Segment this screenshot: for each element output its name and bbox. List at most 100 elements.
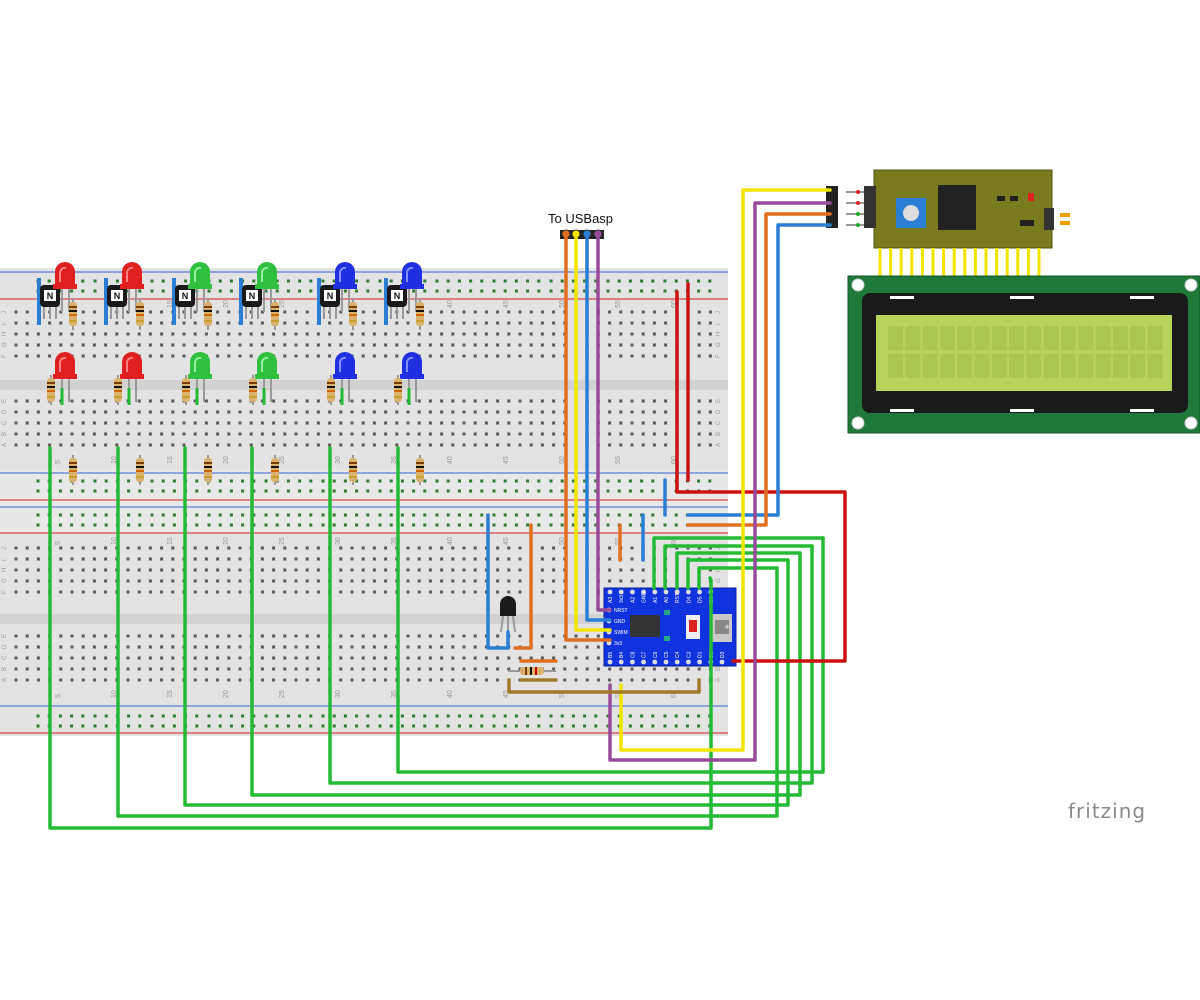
row-letter: J xyxy=(2,547,8,550)
mcu-pin-label: GND xyxy=(642,592,648,604)
transistor: N xyxy=(175,285,195,319)
mcu-pin-label: NRST xyxy=(614,608,628,614)
mcu-pin xyxy=(697,659,702,665)
row-letter: D xyxy=(2,644,8,649)
row-letter: H xyxy=(2,568,8,572)
column-number-top: 55 xyxy=(615,456,622,464)
column-number-bottom: 5 xyxy=(55,541,62,545)
resistor xyxy=(204,455,212,485)
svg-text:+: + xyxy=(724,622,729,632)
row-letter: F xyxy=(2,354,8,358)
mcu-pin-label: A2 xyxy=(630,597,636,603)
resistor xyxy=(47,375,55,405)
column-number-top: 45 xyxy=(503,300,510,308)
resistor xyxy=(182,375,190,405)
resistor xyxy=(416,298,424,330)
column-number-top: 40 xyxy=(447,456,454,464)
column-number-bottom: 5 xyxy=(55,694,62,698)
column-number-top: 25 xyxy=(279,300,286,308)
resistor xyxy=(349,455,357,485)
mcu-pin xyxy=(674,659,680,665)
mcu-pin-label: SWIM xyxy=(614,630,628,636)
svg-text:N: N xyxy=(394,291,401,301)
mcu-pin-label: C4 xyxy=(675,651,681,658)
row-letter: E xyxy=(2,399,8,403)
column-number-top: 45 xyxy=(503,456,510,464)
resistor xyxy=(136,455,144,485)
row-letter: G xyxy=(2,578,8,583)
mcu-pin-label: D3 xyxy=(720,651,726,658)
mcu-pin-label: B4 xyxy=(619,652,625,658)
row-letter: G xyxy=(2,342,8,347)
resistor xyxy=(271,455,279,485)
stm8-board: A3 3v3 A2 GND A1 A0 RST D4 D5 D6 B5 B4 C8 C7 C6 C5 C4 C3… xyxy=(603,587,737,667)
mcu-pin-label: D1 xyxy=(698,651,704,658)
resistor xyxy=(416,455,424,485)
resistor xyxy=(69,298,77,330)
svg-text:N: N xyxy=(182,291,189,301)
column-number-top: 20 xyxy=(223,300,230,308)
mcu-pin xyxy=(686,659,691,665)
temperature-sensor xyxy=(500,596,516,633)
mcu-pin-label: RST xyxy=(675,593,681,603)
mcu-pin-label: C3 xyxy=(686,651,692,658)
column-number-top: 15 xyxy=(167,456,174,464)
row-letter: E xyxy=(2,634,8,638)
row-letter: B xyxy=(716,667,722,671)
resistor xyxy=(249,375,257,405)
column-number-top: 20 xyxy=(223,456,230,464)
column-number-bottom: 30 xyxy=(335,690,342,698)
row-letter: C xyxy=(716,420,722,425)
transistor: N xyxy=(242,285,262,319)
mcu-pin-label: C7 xyxy=(642,651,648,658)
mcu-pin xyxy=(697,589,702,595)
row-letter: G xyxy=(716,578,722,583)
column-number-top: 40 xyxy=(447,300,454,308)
column-number-bottom: 20 xyxy=(223,537,230,545)
mcu-pin-label: D4 xyxy=(686,596,692,603)
mcu-pin-label: B5 xyxy=(608,652,614,658)
row-letter: A xyxy=(2,678,8,682)
mcu-pin-label: C6 xyxy=(653,651,659,658)
mcu-pin xyxy=(630,589,635,595)
transistor: N xyxy=(40,285,60,319)
resistor xyxy=(136,298,144,330)
row-letter: B xyxy=(2,432,8,436)
row-letter: A xyxy=(716,443,722,447)
column-number-bottom: 45 xyxy=(503,537,510,545)
column-number-top: 55 xyxy=(615,300,622,308)
svg-text:N: N xyxy=(327,291,334,301)
mcu-pin xyxy=(641,659,646,665)
lcd-module xyxy=(847,275,1200,434)
mcu-pin-label: D5 xyxy=(698,596,704,603)
resistor xyxy=(394,375,402,405)
row-letter: A xyxy=(716,678,722,682)
resistor xyxy=(114,375,122,405)
mcu-pin xyxy=(652,589,658,595)
resistor xyxy=(349,298,357,330)
row-letter: J xyxy=(716,311,722,314)
resistor xyxy=(204,298,212,330)
i2c-backpack xyxy=(826,169,1070,282)
mcu-pin xyxy=(663,589,669,595)
mcu-pin xyxy=(618,589,624,595)
mcu-pin-label: A3 xyxy=(608,597,614,603)
column-number-bottom: 40 xyxy=(447,537,454,545)
row-letter: C xyxy=(2,420,8,425)
resistor xyxy=(327,375,335,405)
transistor: N xyxy=(387,285,407,319)
circuit-diagram: 5510101515202025253030353540404545505055… xyxy=(0,169,1200,830)
column-number-bottom: 30 xyxy=(335,537,342,545)
transistor: N xyxy=(320,285,340,319)
mcu-pin xyxy=(663,659,669,665)
column-number-bottom: 25 xyxy=(279,537,286,545)
mcu-pin-label: A0 xyxy=(664,597,670,603)
mcu-pin xyxy=(607,659,613,665)
svg-text:N: N xyxy=(249,291,256,301)
row-letter: F xyxy=(2,590,8,594)
row-letter: A xyxy=(2,443,8,447)
svg-text:N: N xyxy=(114,291,121,301)
row-letter: D xyxy=(716,409,722,414)
row-letter: C xyxy=(2,655,8,660)
row-letter: H xyxy=(2,332,8,336)
